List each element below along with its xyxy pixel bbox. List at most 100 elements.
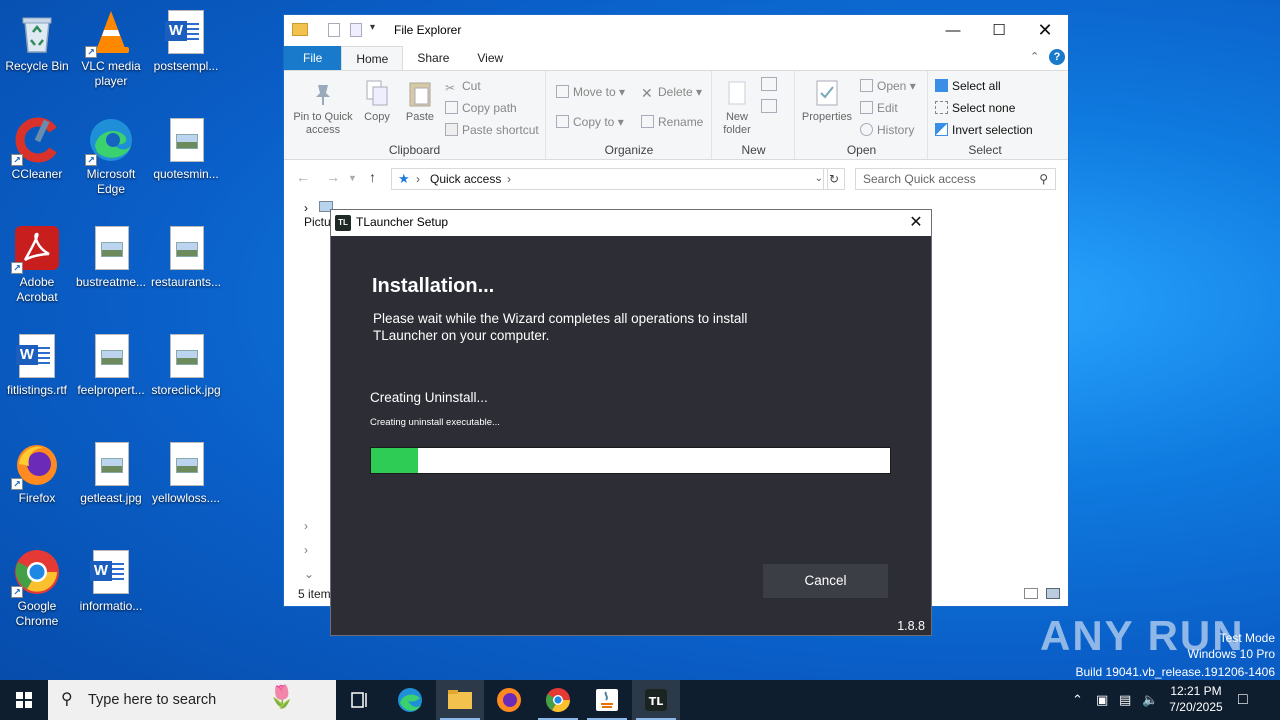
volume-icon[interactable]: 🔈: [1142, 680, 1158, 720]
clock-time: 12:21 PM: [1170, 684, 1222, 698]
image-file-icon: [87, 440, 135, 488]
details-view-icon[interactable]: [1024, 588, 1038, 599]
large-icons-view-icon[interactable]: [1046, 588, 1060, 599]
desktop-icon-informatio[interactable]: W informatio...: [74, 540, 148, 640]
desktop-icon-recycle-bin[interactable]: Recycle Bin: [0, 0, 74, 100]
copy-path-icon: [445, 101, 458, 114]
new-folder-button[interactable]: New folder: [718, 79, 756, 137]
taskbar-edge[interactable]: [386, 680, 434, 720]
desktop-icon-google-chrome[interactable]: ↗ Google Chrome: [0, 540, 74, 640]
desktop-icon-vlc[interactable]: ↗ VLC media player: [74, 0, 148, 100]
show-hidden-icons-icon[interactable]: ⌃: [1072, 680, 1083, 720]
desktop-icon-label: fitlistings.rtf: [6, 383, 67, 397]
tree-item[interactable]: ›: [304, 519, 308, 533]
desktop-icon-adobe-acrobat[interactable]: ↗ Adobe Acrobat: [0, 216, 74, 316]
explorer-titlebar[interactable]: ▾ File Explorer — ☐ ✕: [284, 15, 1068, 46]
address-row: ← → ▼ ↑ ★ › Quick access › ⌄ ↻ Search Qu…: [284, 165, 1068, 191]
image-file-icon: [162, 116, 210, 164]
close-button[interactable]: ✕: [901, 210, 931, 236]
forward-button[interactable]: →: [326, 169, 340, 185]
back-button[interactable]: ←: [296, 169, 310, 185]
tab-view[interactable]: View: [463, 46, 517, 70]
taskbar-file-explorer[interactable]: [436, 680, 484, 720]
desktop-icon-fitlistings[interactable]: W fitlistings.rtf: [0, 324, 74, 424]
new-folder-icon: [724, 79, 750, 107]
desktop-icon-storeclick[interactable]: storeclick.jpg: [149, 324, 223, 424]
vlc-icon: ↗: [85, 8, 135, 58]
easy-access-icon[interactable]: [761, 99, 777, 113]
maximize-button[interactable]: ☐: [976, 15, 1022, 46]
help-icon[interactable]: ?: [1049, 49, 1065, 65]
progress-bar: [370, 447, 891, 474]
desktop-icon-bustreatme[interactable]: bustreatme...: [74, 216, 148, 316]
desktop-icon-postsempl[interactable]: W postsempl...: [149, 0, 223, 100]
desktop-icon-microsoft-edge[interactable]: ↗ Microsoft Edge: [74, 108, 148, 208]
desktop-icon-ccleaner[interactable]: ↗ CCleaner: [0, 108, 74, 208]
pin-to-quick-access-button[interactable]: Pin to Quick access: [290, 79, 356, 137]
address-dropdown-icon[interactable]: ⌄: [815, 169, 823, 189]
tab-share[interactable]: Share: [403, 46, 463, 70]
refresh-button[interactable]: ↻: [823, 168, 845, 190]
start-button[interactable]: [0, 680, 48, 720]
close-button[interactable]: ✕: [1022, 15, 1068, 46]
new-item-icon[interactable]: [761, 77, 777, 91]
cut-button[interactable]: ✂ Cut: [445, 79, 481, 95]
edit-button[interactable]: Edit: [860, 101, 898, 115]
search-input[interactable]: Search Quick access ⚲: [855, 168, 1056, 190]
desktop-icon-quotesmin[interactable]: quotesmin...: [149, 108, 223, 208]
notifications-icon[interactable]: □: [1238, 680, 1248, 720]
open-button[interactable]: Open ▾: [860, 79, 916, 93]
invert-selection-button[interactable]: Invert selection: [935, 123, 1033, 137]
network-icon[interactable]: ▤: [1119, 680, 1131, 720]
desktop-icon-feelpropert[interactable]: feelpropert...: [74, 324, 148, 424]
desktop-icon-label: Adobe Acrobat: [16, 275, 58, 304]
taskbar-chrome[interactable]: [534, 680, 582, 720]
tab-home[interactable]: Home: [341, 46, 404, 70]
up-button[interactable]: ↑: [369, 169, 376, 185]
breadcrumb-quick-access[interactable]: Quick access: [430, 169, 501, 189]
rename-button[interactable]: Rename: [641, 115, 703, 129]
taskbar-tlauncher[interactable]: TL: [632, 680, 680, 720]
recent-locations-icon[interactable]: ▼: [348, 173, 357, 183]
organize-group-label: Organize: [604, 143, 654, 157]
ribbon-collapse-icon[interactable]: ⌃: [1030, 50, 1039, 63]
word-doc-icon: W: [87, 548, 135, 596]
desktop-icon-label: VLC media player: [81, 59, 141, 88]
move-to-button[interactable]: Move to ▾: [556, 85, 625, 99]
tlauncher-setup-dialog[interactable]: TL TLauncher Setup ✕ Installation... Ple…: [330, 209, 932, 636]
desktop-icon-firefox[interactable]: ↗ Firefox: [0, 432, 74, 532]
taskbar-firefox[interactable]: [485, 680, 533, 720]
tab-file[interactable]: File: [284, 46, 342, 70]
address-bar[interactable]: ★ › Quick access › ⌄: [391, 168, 828, 190]
task-view-button[interactable]: [336, 680, 384, 720]
history-button[interactable]: History: [860, 123, 914, 137]
select-all-button[interactable]: Select all: [935, 79, 1001, 93]
paste-button[interactable]: Paste: [402, 79, 438, 124]
network-device-icon[interactable]: ▣: [1096, 680, 1108, 720]
cancel-button[interactable]: Cancel: [763, 564, 888, 598]
minimize-button[interactable]: —: [930, 15, 976, 46]
open-icon: [860, 79, 873, 92]
taskbar: ⚲ Type here to search 🌷 TL ⌃ ▣ ▤ 🔈 12:21…: [0, 680, 1280, 720]
paste-shortcut-button[interactable]: Paste shortcut: [445, 123, 539, 137]
taskbar-java-installer[interactable]: [583, 680, 631, 720]
taskbar-search-box[interactable]: ⚲ Type here to search 🌷: [48, 680, 336, 720]
properties-quick-icon[interactable]: [328, 23, 340, 37]
clipboard-group-label: Clipboard: [388, 143, 441, 157]
tree-item[interactable]: ›: [304, 543, 308, 557]
properties-button[interactable]: Properties: [800, 79, 854, 124]
desktop-icon-restaurants[interactable]: restaurants...: [149, 216, 223, 316]
tree-item[interactable]: ⌄: [304, 567, 314, 581]
select-none-button[interactable]: Select none: [935, 101, 1015, 115]
chevron-down-icon[interactable]: ▾: [370, 22, 375, 33]
setup-titlebar[interactable]: TL TLauncher Setup ✕: [331, 210, 931, 236]
copy-button[interactable]: Copy: [360, 79, 394, 124]
new-folder-quick-icon[interactable]: [350, 23, 362, 37]
taskbar-clock[interactable]: 12:21 PM 7/20/2025: [1160, 683, 1232, 715]
desktop-icon-yellowloss[interactable]: yellowloss....: [149, 432, 223, 532]
desktop-icon-getleast[interactable]: getleast.jpg: [74, 432, 148, 532]
copy-to-button[interactable]: Copy to ▾: [556, 115, 624, 129]
setup-heading: Installation...: [372, 275, 495, 297]
delete-button[interactable]: ✕ Delete ▾: [641, 85, 702, 101]
copy-path-button[interactable]: Copy path: [445, 101, 517, 115]
